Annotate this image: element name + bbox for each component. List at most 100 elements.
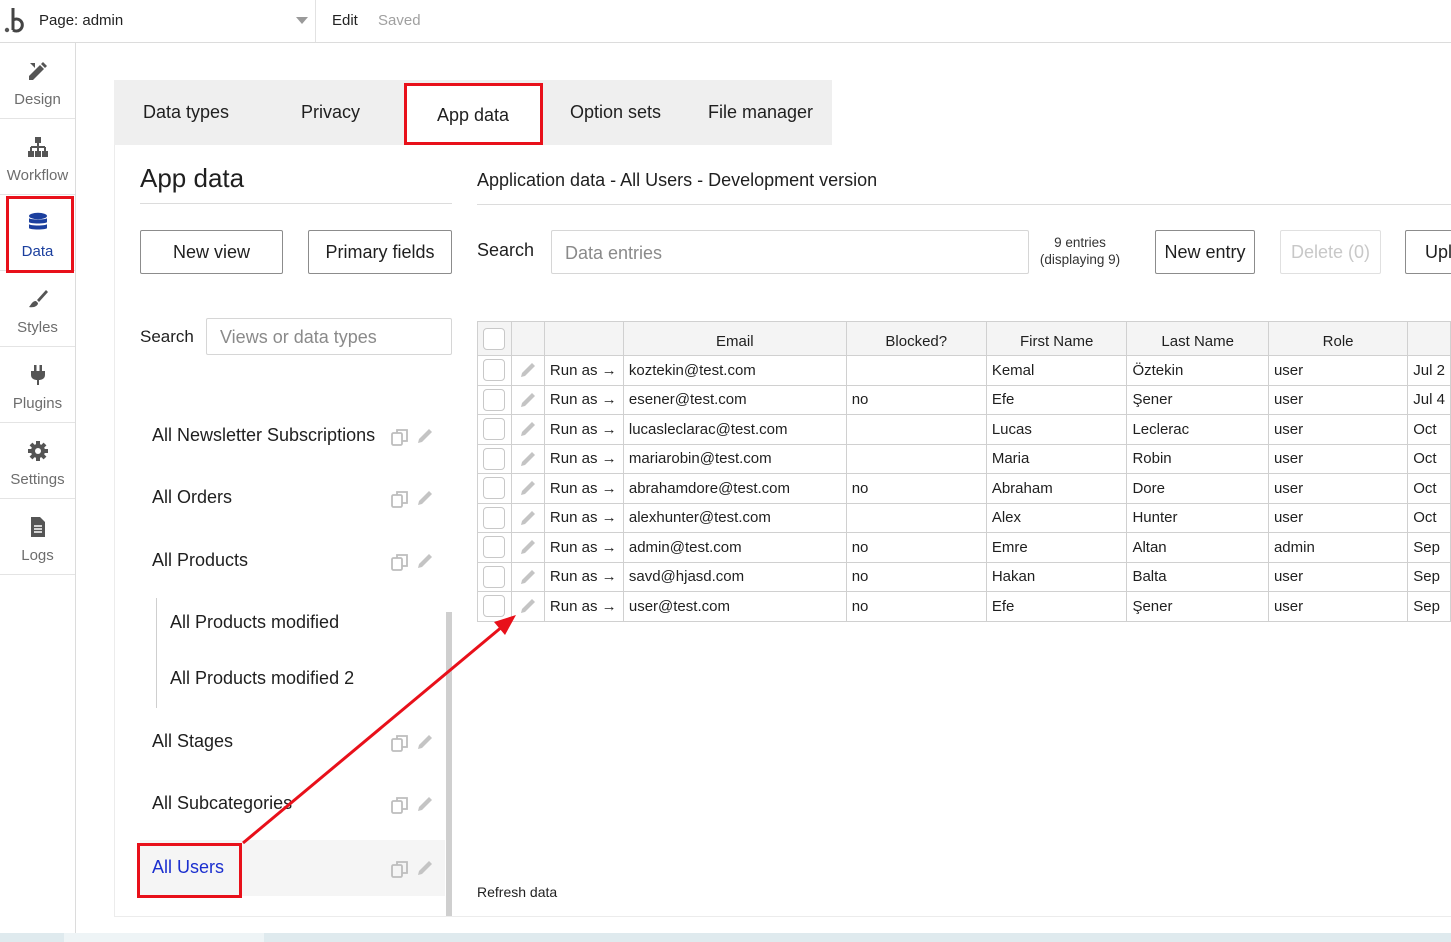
- edit-entry-cell[interactable]: [510, 502, 545, 533]
- page-selector[interactable]: Page: admin: [34, 0, 316, 42]
- upload-button[interactable]: Upl: [1405, 230, 1451, 274]
- top-bar: Page: admin Edit Saved: [0, 0, 1451, 43]
- edit-entry-cell[interactable]: [510, 473, 545, 504]
- refresh-data-link[interactable]: Refresh data: [477, 884, 557, 900]
- copy-icon[interactable]: [390, 489, 410, 509]
- sidebar-item-plugins[interactable]: Plugins: [0, 347, 75, 423]
- pencil-icon: [520, 540, 535, 555]
- table-row[interactable]: Run as → admin@test.com no Emre Altan admin Se…: [477, 532, 1451, 563]
- pencil-icon[interactable]: [416, 552, 434, 570]
- table-row[interactable]: Run as → esener@test.com no Efe Şener user Jul…: [477, 384, 1451, 415]
- entries-search-placeholder: Data entries: [565, 243, 663, 263]
- tab-file-manager[interactable]: File manager: [708, 102, 813, 123]
- bottom-strip-segment: [64, 933, 264, 942]
- cell-date: Jul 4: [1407, 384, 1451, 415]
- copy-icon[interactable]: [390, 552, 410, 572]
- cell-role: user: [1267, 502, 1409, 533]
- pencil-icon[interactable]: [416, 489, 434, 507]
- run-as-link[interactable]: Run as →: [543, 473, 624, 504]
- pencil-icon[interactable]: [416, 859, 434, 877]
- primary-fields-button[interactable]: Primary fields: [308, 230, 452, 274]
- table-row[interactable]: Run as → alexhunter@test.com Alex Hunter use…: [477, 502, 1451, 533]
- sidebar-item-logs[interactable]: Logs: [0, 499, 75, 575]
- list-item[interactable]: All Products modified: [140, 595, 445, 651]
- list-item[interactable]: [140, 358, 445, 376]
- sidebar-item-label: Design: [14, 91, 61, 108]
- edit-menu[interactable]: Edit: [332, 12, 358, 29]
- copy-icon[interactable]: [390, 733, 410, 753]
- row-checkbox[interactable]: [483, 477, 506, 500]
- row-checkbox[interactable]: [483, 506, 506, 529]
- run-as-link[interactable]: Run as →: [543, 561, 624, 592]
- row-checkbox[interactable]: [483, 359, 506, 382]
- list-item[interactable]: All Products modified 2: [140, 651, 445, 707]
- cell-first-name: Efe: [985, 384, 1128, 415]
- sidebar-item-styles[interactable]: Styles: [0, 271, 75, 347]
- table-row[interactable]: Run as → abrahamdore@test.com no Abraham Dor…: [477, 473, 1451, 504]
- edit-entry-cell[interactable]: [510, 443, 545, 474]
- run-as-link[interactable]: Run as →: [543, 532, 624, 563]
- table-row[interactable]: Run as → user@test.com no Efe Şener user Sep: [477, 591, 1451, 622]
- row-checkbox[interactable]: [483, 447, 506, 470]
- table-row[interactable]: Run as → lucasleclarac@test.com Lucas Lecle…: [477, 414, 1451, 445]
- row-checkbox[interactable]: [483, 418, 506, 441]
- run-as-link[interactable]: Run as →: [543, 355, 624, 386]
- cell-blocked: [845, 414, 987, 445]
- bubble-logo-icon[interactable]: [4, 5, 30, 35]
- gear-icon: [28, 441, 48, 461]
- column-header-role[interactable]: Role: [1267, 321, 1409, 356]
- sidebar-item-settings[interactable]: Settings: [0, 423, 75, 499]
- new-view-button[interactable]: New view: [140, 230, 283, 274]
- cell-last-name: Hunter: [1126, 502, 1269, 533]
- run-as-link[interactable]: Run as →: [543, 502, 624, 533]
- run-as-link[interactable]: Run as →: [543, 384, 624, 415]
- table-row[interactable]: Run as → koztekin@test.com Kemal Öztekin use…: [477, 355, 1451, 386]
- edit-entry-cell[interactable]: [510, 414, 545, 445]
- copy-icon[interactable]: [390, 427, 410, 447]
- tab-app-data[interactable]: App data: [404, 83, 543, 145]
- run-as-link[interactable]: Run as →: [543, 414, 624, 445]
- types-search-input[interactable]: Views or data types: [206, 318, 452, 355]
- column-header-last-name[interactable]: Last Name: [1126, 321, 1269, 356]
- list-item[interactable]: All Orders: [140, 470, 445, 526]
- cell-first-name: Emre: [985, 532, 1128, 563]
- pencil-icon[interactable]: [416, 795, 434, 813]
- list-item[interactable]: All Subcategories: [140, 776, 445, 832]
- list-item[interactable]: All Stages: [140, 714, 445, 770]
- column-header-more[interactable]: [1407, 321, 1451, 356]
- edit-entry-cell[interactable]: [510, 384, 545, 415]
- table-row[interactable]: Run as → savd@hjasd.com no Hakan Balta user Se…: [477, 561, 1451, 592]
- pencil-icon[interactable]: [416, 427, 434, 445]
- sidebar-item-design[interactable]: Design: [0, 43, 75, 119]
- copy-icon[interactable]: [390, 859, 410, 879]
- pencil-icon[interactable]: [416, 733, 434, 751]
- row-checkbox[interactable]: [483, 595, 506, 618]
- new-entry-button[interactable]: New entry: [1155, 230, 1255, 274]
- run-as-link[interactable]: Run as →: [543, 443, 624, 474]
- edit-entry-cell[interactable]: [510, 355, 545, 386]
- copy-icon[interactable]: [390, 358, 410, 359]
- list-scrollbar[interactable]: [446, 612, 452, 916]
- column-header-email[interactable]: Email: [622, 321, 847, 356]
- delete-button[interactable]: Delete (0): [1280, 230, 1381, 274]
- table-row[interactable]: Run as → mariarobin@test.com Maria Robin use…: [477, 443, 1451, 474]
- list-item[interactable]: All Products: [140, 533, 445, 589]
- column-header-first-name[interactable]: First Name: [985, 321, 1128, 356]
- list-item[interactable]: All Newsletter Subscriptions: [140, 408, 445, 464]
- row-checkbox[interactable]: [483, 388, 506, 411]
- sidebar-item-workflow[interactable]: Workflow: [0, 119, 75, 195]
- entries-search-input[interactable]: Data entries: [551, 230, 1029, 274]
- run-as-link[interactable]: Run as →: [543, 591, 624, 622]
- edit-entry-cell[interactable]: [510, 591, 545, 622]
- edit-entry-cell[interactable]: [510, 561, 545, 592]
- tab-data-types[interactable]: Data types: [143, 102, 229, 123]
- tab-privacy[interactable]: Privacy: [301, 102, 360, 123]
- copy-icon[interactable]: [390, 795, 410, 815]
- tab-option-sets[interactable]: Option sets: [570, 102, 661, 123]
- select-all-checkbox[interactable]: [483, 327, 506, 350]
- edit-entry-cell[interactable]: [510, 532, 545, 563]
- row-checkbox[interactable]: [483, 536, 506, 559]
- column-header-blocked[interactable]: Blocked?: [845, 321, 987, 356]
- cell-last-name: Robin: [1126, 443, 1269, 474]
- row-checkbox[interactable]: [483, 565, 506, 588]
